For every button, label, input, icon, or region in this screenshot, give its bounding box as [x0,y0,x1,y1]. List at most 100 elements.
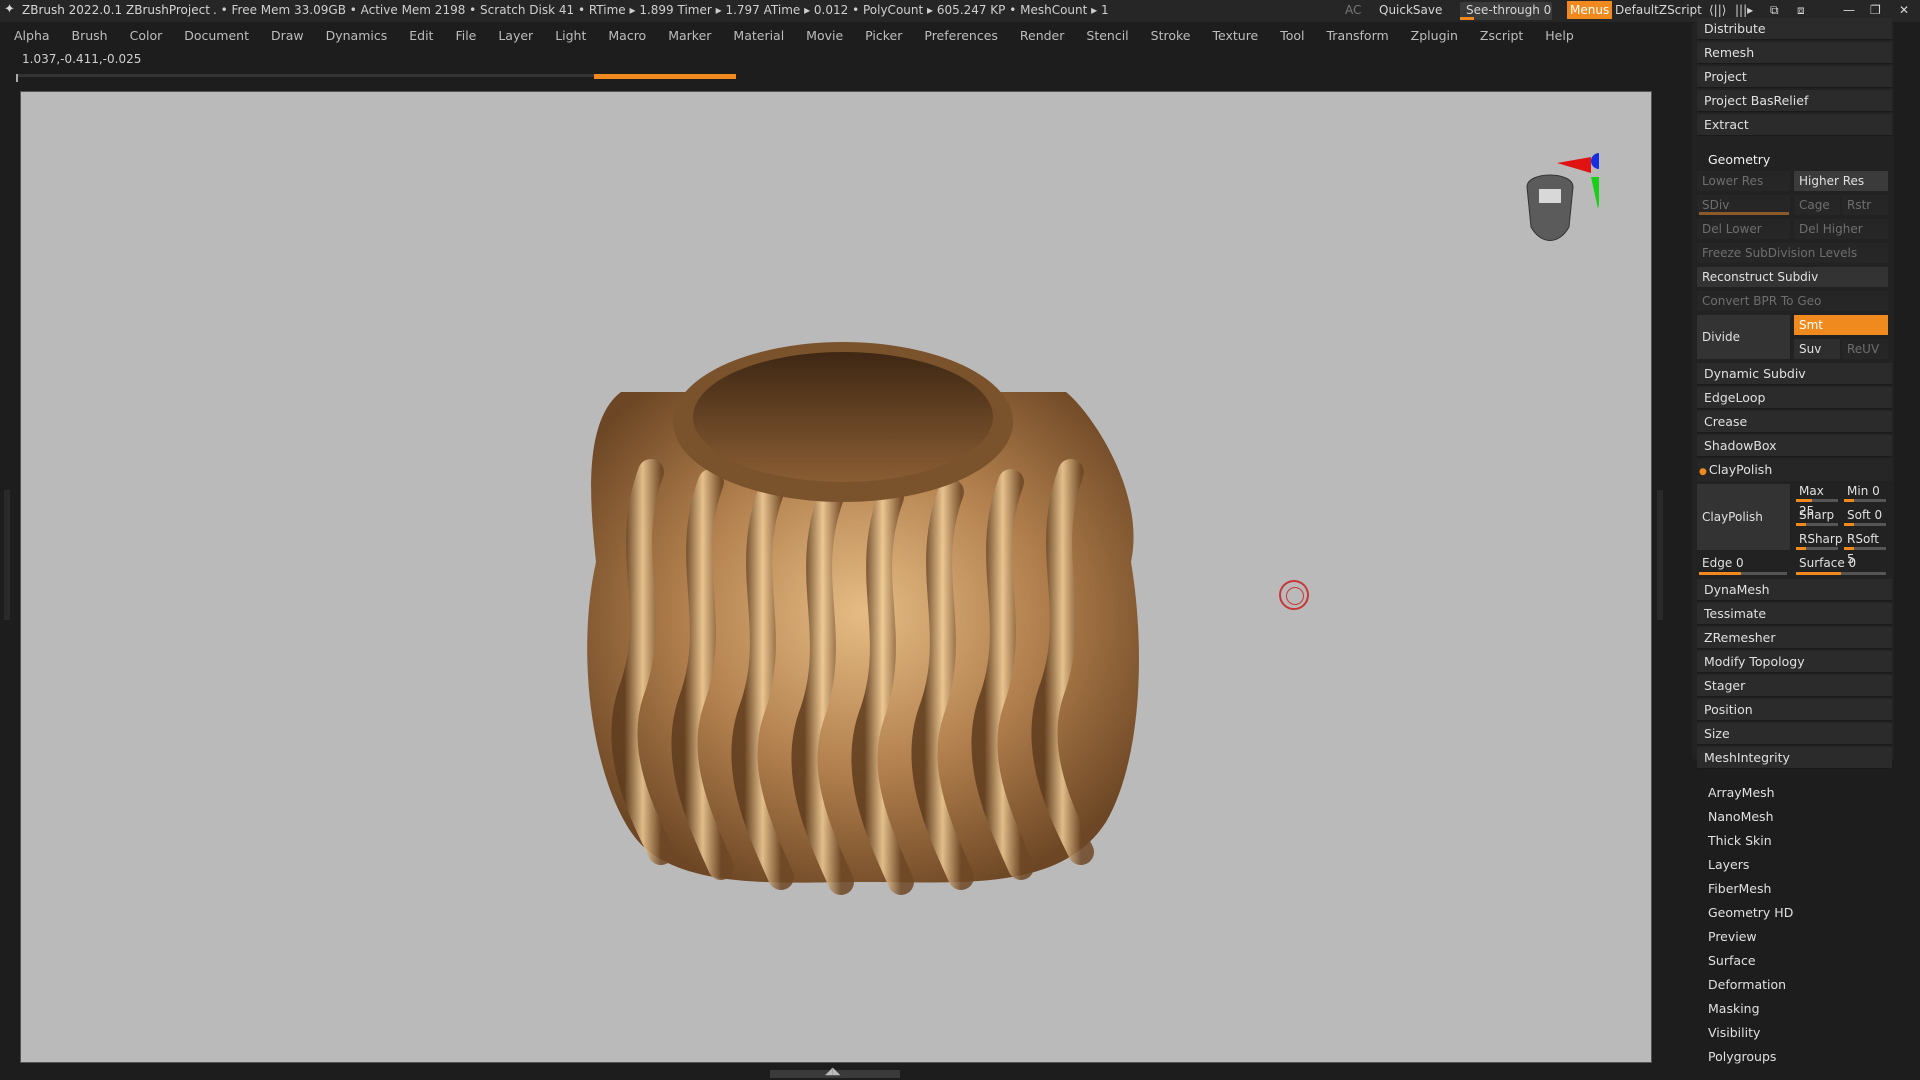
modify-topology-button[interactable]: Modify Topology [1697,651,1892,673]
surface-slider-track [1796,572,1886,575]
menu-render[interactable]: Render [1020,24,1065,48]
minimize-icon[interactable]: — [1843,3,1855,17]
menu-draw[interactable]: Draw [271,24,304,48]
default-ui-icon[interactable]: ⧈ [1797,3,1805,18]
subpalette-preview[interactable]: Preview [1708,929,1757,944]
freeze-subdivision-button[interactable]: Freeze SubDivision Levels [1697,243,1888,263]
rstr-button[interactable]: Rstr [1842,195,1888,215]
menu-movie[interactable]: Movie [806,24,843,48]
quicksave-button[interactable]: QuickSave [1379,3,1442,17]
higher-res-button[interactable]: Higher Res [1794,171,1888,191]
project-button[interactable]: Project [1697,66,1892,88]
active-tab-indicator[interactable] [594,74,736,79]
subpalette-fibermesh[interactable]: FiberMesh [1708,881,1771,896]
distribute-button[interactable]: Distribute [1697,18,1892,40]
document-tab-strip[interactable] [16,74,736,82]
shadowbox-button[interactable]: ShadowBox [1697,435,1892,457]
wide-layout-icon[interactable]: |||▸ [1735,3,1753,17]
menu-texture[interactable]: Texture [1212,24,1258,48]
position-button[interactable]: Position [1697,699,1892,721]
stager-button[interactable]: Stager [1697,675,1892,697]
restore-icon[interactable]: ❐ [1870,3,1881,17]
edge-slider[interactable]: Edge 0 [1697,553,1790,573]
menu-transform[interactable]: Transform [1327,24,1389,48]
subpalette-surface[interactable]: Surface [1708,953,1756,968]
menu-zscript[interactable]: Zscript [1480,24,1523,48]
ac-toggle[interactable]: AC [1345,3,1361,17]
tessimate-button[interactable]: Tessimate [1697,603,1892,625]
subpalette-thick-skin[interactable]: Thick Skin [1708,833,1772,848]
edgeloop-button[interactable]: EdgeLoop [1697,387,1892,409]
smt-toggle[interactable]: Smt [1794,315,1888,335]
soft-slider[interactable]: Soft 0 [1842,505,1888,525]
menu-tool[interactable]: Tool [1280,24,1304,48]
menu-light[interactable]: Light [555,24,586,48]
navigation-gizmo[interactable] [1519,149,1607,249]
menu-stencil[interactable]: Stencil [1086,24,1128,48]
menus-toggle[interactable]: Menus [1567,1,1613,19]
subpalette-arraymesh[interactable]: ArrayMesh [1708,785,1775,800]
rsharp-slider[interactable]: RSharp [1794,529,1842,549]
bottom-tray-handle[interactable]: ◢◣ [770,1066,900,1078]
subpalette-layers[interactable]: Layers [1708,857,1749,872]
menu-document[interactable]: Document [184,24,249,48]
surface-slider[interactable]: Surface 0 [1794,553,1888,573]
menu-stroke[interactable]: Stroke [1151,24,1191,48]
del-higher-button[interactable]: Del Higher [1794,219,1888,239]
subpalette-polygroups[interactable]: Polygroups [1708,1049,1776,1064]
right-tray-handle[interactable] [1657,490,1663,620]
size-button[interactable]: Size [1697,723,1892,745]
claypolish-header[interactable]: ● ClayPolish [1697,459,1892,481]
see-through-slider[interactable]: See-through 0 [1460,2,1552,20]
extract-button[interactable]: Extract [1697,114,1892,136]
menu-material[interactable]: Material [733,24,784,48]
active-dot-icon: ● [1699,467,1707,477]
reuv-button[interactable]: ReUV [1842,339,1888,359]
left-tray-handle[interactable] [4,490,10,620]
divide-button[interactable]: Divide [1697,315,1790,359]
menu-preferences[interactable]: Preferences [924,24,998,48]
menu-color[interactable]: Color [130,24,163,48]
del-lower-button[interactable]: Del Lower [1697,219,1790,239]
subpalette-nanomesh[interactable]: NanoMesh [1708,809,1774,824]
sdiv-slider-track [1699,212,1789,215]
close-icon[interactable]: ✕ [1899,3,1909,17]
cage-button[interactable]: Cage [1794,195,1840,215]
menu-zplugin[interactable]: Zplugin [1411,24,1458,48]
cycle-ui-icon[interactable]: ⧉ [1770,3,1779,18]
remesh-button[interactable]: Remesh [1697,42,1892,64]
project-basrelief-button[interactable]: Project BasRelief [1697,90,1892,112]
geometry-header[interactable]: Geometry [1708,152,1770,167]
zremesher-button[interactable]: ZRemesher [1697,627,1892,649]
menu-layer[interactable]: Layer [498,24,533,48]
subpalette-geometry-hd[interactable]: Geometry HD [1708,905,1793,920]
menu-help[interactable]: Help [1545,24,1574,48]
menu-dynamics[interactable]: Dynamics [326,24,388,48]
menu-marker[interactable]: Marker [668,24,711,48]
dynamic-subdiv-button[interactable]: Dynamic Subdiv [1697,363,1892,385]
subpalette-visibility[interactable]: Visibility [1708,1025,1760,1040]
sharp-slider[interactable]: Sharp [1794,505,1840,525]
menu-edit[interactable]: Edit [409,24,433,48]
default-zscript-button[interactable]: DefaultZScript [1615,3,1702,17]
crease-button[interactable]: Crease [1697,411,1892,433]
narrow-layout-icon[interactable]: ⟨||⟩ [1709,3,1726,17]
claypolish-button[interactable]: ClayPolish [1697,484,1790,550]
min-slider[interactable]: Min 0 [1842,481,1888,501]
convert-bpr-button[interactable]: Convert BPR To Geo [1697,291,1888,311]
reconstruct-subdiv-button[interactable]: Reconstruct Subdiv [1697,267,1888,287]
sharp-slider-track [1796,523,1838,526]
canvas-viewport[interactable] [20,91,1652,1063]
suv-toggle[interactable]: Suv [1794,339,1840,359]
subpalette-masking[interactable]: Masking [1708,1001,1760,1016]
subpalette-deformation[interactable]: Deformation [1708,977,1786,992]
menu-picker[interactable]: Picker [865,24,902,48]
gizmo-head-icon [1526,153,1607,241]
menu-macro[interactable]: Macro [608,24,646,48]
meshintegrity-button[interactable]: MeshIntegrity [1697,747,1892,769]
dynamesh-button[interactable]: DynaMesh [1697,579,1892,601]
lower-res-button[interactable]: Lower Res [1697,171,1790,191]
menu-file[interactable]: File [455,24,476,48]
menu-brush[interactable]: Brush [72,24,108,48]
menu-alpha[interactable]: Alpha [14,24,50,48]
